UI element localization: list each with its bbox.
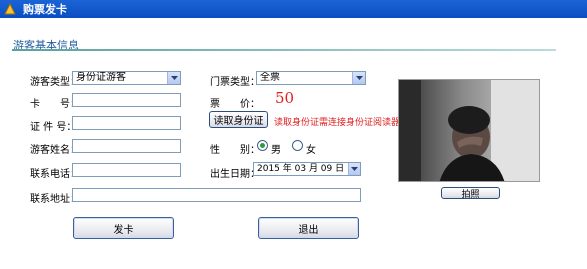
gender-male-label: 男 bbox=[271, 145, 281, 156]
ticket-type-select[interactable]: 全票 bbox=[256, 71, 366, 85]
phone-field[interactable] bbox=[72, 163, 181, 177]
price-value: 50 bbox=[275, 89, 295, 107]
id-no-label: 证 件 号： bbox=[30, 122, 77, 133]
price-label: 票 价： bbox=[210, 99, 260, 110]
ticket-type-value: 全票 bbox=[260, 72, 280, 83]
visitor-type-value: 身份证游客 bbox=[76, 72, 126, 83]
ticket-type-label: 门票类型： bbox=[210, 77, 260, 88]
address-field[interactable] bbox=[72, 188, 361, 202]
visitor-name-field[interactable] bbox=[72, 139, 181, 153]
app-icon bbox=[3, 2, 17, 16]
visitor-type-select[interactable]: 身份证游客 bbox=[72, 71, 181, 85]
chevron-down-icon[interactable] bbox=[348, 163, 360, 175]
gender-female-radio[interactable] bbox=[292, 140, 303, 151]
id-no-field[interactable] bbox=[72, 116, 181, 130]
window-title: 购票发卡 bbox=[23, 3, 67, 16]
webcam-image bbox=[399, 80, 539, 181]
camera-preview bbox=[398, 79, 540, 182]
photo-button[interactable]: 拍照 bbox=[441, 187, 500, 200]
read-id-button[interactable]: 读取身份证 bbox=[209, 111, 268, 128]
chevron-down-icon[interactable] bbox=[167, 72, 180, 84]
birth-date-picker[interactable]: 2015 年 03 月 09 日 bbox=[253, 162, 361, 176]
chevron-down-icon[interactable] bbox=[352, 72, 365, 84]
birth-date-value: 2015 年 03 月 09 日 bbox=[257, 164, 345, 174]
section-divider bbox=[12, 49, 556, 51]
card-no-field[interactable] bbox=[72, 93, 181, 107]
exit-button[interactable]: 退出 bbox=[258, 217, 359, 239]
gender-female-label: 女 bbox=[306, 145, 316, 156]
read-id-hint: 读取身份证需连接身份证阅读器 bbox=[274, 118, 401, 128]
title-bar: 购票发卡 bbox=[0, 0, 587, 18]
gender-label: 性 别： bbox=[210, 145, 260, 156]
issue-card-button[interactable]: 发卡 bbox=[73, 217, 174, 239]
gender-male-radio[interactable] bbox=[257, 140, 268, 151]
